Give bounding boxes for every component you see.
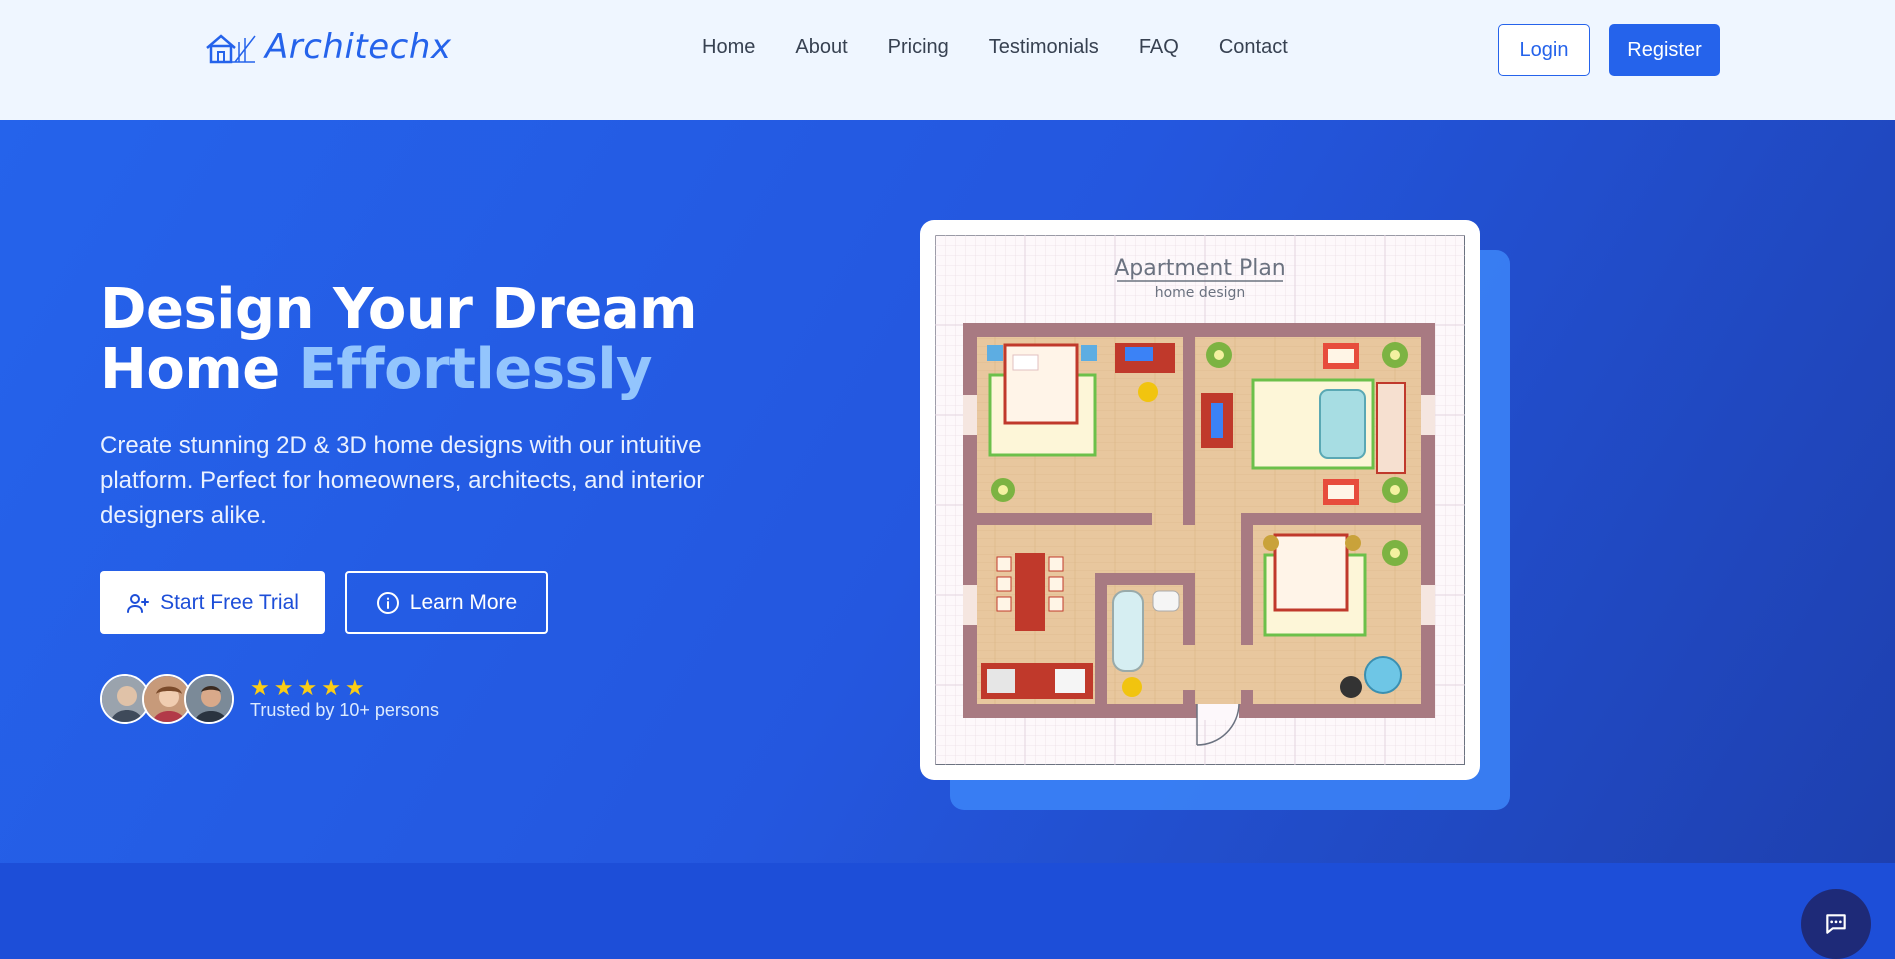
learn-more-button[interactable]: Learn More bbox=[345, 571, 548, 634]
info-icon bbox=[376, 591, 399, 614]
plan-subtitle: home design bbox=[1155, 285, 1246, 301]
apartment-plan-image: Apartment Plan home design bbox=[935, 235, 1465, 765]
hero-section: Design Your Dream Home Effortlessly Crea… bbox=[0, 120, 1895, 959]
star-icon: ★ bbox=[321, 675, 341, 700]
top-navbar: Architechx Home About Pricing Testimonia… bbox=[0, 0, 1895, 120]
house-logo-icon bbox=[206, 34, 256, 64]
chat-widget-button[interactable] bbox=[1801, 889, 1871, 959]
headline-line-1: Design Your Dream bbox=[100, 277, 698, 342]
main-menu: Home About Pricing Testimonials FAQ Cont… bbox=[702, 36, 1288, 59]
avatar bbox=[184, 674, 234, 724]
brand-name: Architechx bbox=[265, 27, 452, 67]
star-icon: ★ bbox=[297, 675, 318, 700]
apartment-plan-card: Apartment Plan home design bbox=[920, 220, 1480, 780]
rating-stars: ★ ★ ★ ★ ★ bbox=[250, 677, 365, 699]
brand-logo[interactable]: Architechx bbox=[205, 26, 452, 68]
learn-more-label: Learn More bbox=[409, 590, 518, 614]
star-icon: ★ bbox=[273, 675, 294, 700]
trusted-text: Trusted by 10+ persons bbox=[250, 700, 439, 720]
star-icon: ★ bbox=[344, 675, 365, 700]
register-button[interactable]: Register bbox=[1609, 24, 1720, 76]
start-free-trial-label: Start Free Trial bbox=[160, 590, 299, 614]
chat-icon bbox=[1826, 914, 1846, 934]
login-button[interactable]: Login bbox=[1498, 24, 1590, 76]
hero-headline: Design Your Dream Home Effortlessly bbox=[100, 280, 800, 400]
nav-testimonials[interactable]: Testimonials bbox=[989, 36, 1099, 59]
user-plus-icon bbox=[127, 593, 150, 613]
star-icon: ★ bbox=[250, 675, 270, 700]
nav-home[interactable]: Home bbox=[702, 36, 755, 59]
nav-about[interactable]: About bbox=[795, 36, 847, 59]
user-avatars bbox=[100, 674, 234, 724]
headline-accent: Effortlessly bbox=[298, 337, 653, 402]
nav-pricing[interactable]: Pricing bbox=[888, 36, 949, 59]
start-free-trial-button[interactable]: Start Free Trial bbox=[100, 571, 325, 634]
nav-faq[interactable]: FAQ bbox=[1139, 36, 1179, 59]
plan-title: Apartment Plan bbox=[1114, 256, 1286, 281]
hero-subtext: Create stunning 2D & 3D home designs wit… bbox=[100, 432, 705, 529]
headline-line-2: Home bbox=[100, 337, 299, 402]
nav-contact[interactable]: Contact bbox=[1219, 36, 1288, 59]
